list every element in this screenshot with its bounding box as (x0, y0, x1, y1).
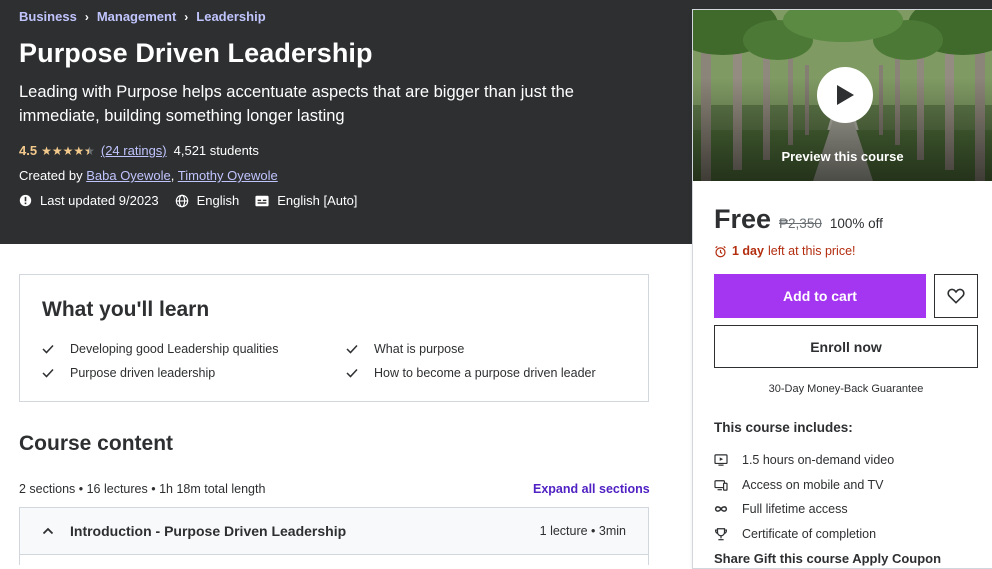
learn-item: How to become a purpose driven leader (346, 366, 596, 380)
course-content-title: Course content (19, 432, 174, 455)
language: English (175, 193, 240, 208)
course-content-summary: 2 sections • 16 lectures • 1h 18m total … (19, 482, 266, 496)
video-icon (714, 454, 728, 467)
include-item: Full lifetime access (714, 497, 894, 522)
star-rating-icon: ★★★★★★ (41, 143, 95, 158)
enroll-now-button[interactable]: Enroll now (714, 325, 978, 368)
purchase-sidebar: Preview this course Free ₱2,350 100% off… (692, 9, 992, 569)
course-preview[interactable]: Preview this course (693, 10, 992, 181)
breadcrumb: Business › Management › Leadership (19, 9, 266, 24)
course-meta: Last updated 9/2023 English English [Aut… (19, 193, 373, 208)
learn-item-text: Purpose driven leadership (70, 366, 216, 380)
include-item-label: Access on mobile and TV (742, 477, 884, 492)
alarm-clock-icon (715, 245, 726, 257)
check-icon (42, 344, 54, 354)
play-button[interactable] (817, 67, 873, 123)
check-icon (42, 368, 54, 378)
add-to-cart-button[interactable]: Add to cart (714, 274, 926, 318)
include-item: 1.5 hours on-demand video (714, 448, 894, 473)
price-row: Free ₱2,350 100% off (714, 204, 883, 235)
language-text: English (196, 193, 240, 208)
course-subtitle: Leading with Purpose helps accentuate as… (19, 83, 574, 125)
ratings-count-link[interactable]: (24 ratings) (101, 143, 167, 158)
alert-badge-icon (19, 194, 32, 207)
deadline-text: left at this price! (767, 244, 856, 258)
include-item: Certificate of completion (714, 522, 894, 547)
learn-title: What you'll learn (42, 298, 210, 321)
chevron-right-icon: › (84, 9, 89, 24)
last-updated-text: Last updated 9/2023 (40, 193, 159, 208)
mobile-tv-icon (714, 480, 728, 491)
last-updated: Last updated 9/2023 (19, 193, 159, 208)
learn-item: Developing good Leadership qualities (42, 342, 278, 356)
trophy-icon (714, 528, 728, 541)
breadcrumb-leadership[interactable]: Leadership (196, 9, 265, 24)
rating-row: 4.5 ★★★★★★ (24 ratings) 4,521 students (19, 143, 259, 158)
discount-percent: 100% off (829, 216, 883, 231)
include-item-label: 1.5 hours on-demand video (742, 453, 895, 468)
globe-icon (175, 194, 188, 207)
heart-icon (947, 288, 965, 304)
breadcrumb-business[interactable]: Business (19, 9, 77, 24)
includes-title: This course includes: (714, 420, 853, 435)
deadline-bold: 1 day (732, 244, 764, 258)
infinity-icon (714, 506, 728, 513)
captions-text: English [Auto] (277, 193, 358, 208)
money-back-guarantee: 30-Day Money-Back Guarantee (768, 383, 924, 395)
learn-item-text: How to become a purpose driven leader (374, 366, 596, 380)
section-title: Introduction - Purpose Driven Leadership (70, 523, 347, 539)
learn-item-text: Developing good Leadership qualities (70, 342, 279, 356)
current-price: Free (714, 204, 772, 234)
check-icon (346, 344, 358, 354)
learn-item-text: What is purpose (374, 342, 465, 356)
includes-list: 1.5 hours on-demand video Access on mobi… (714, 448, 894, 546)
include-item-label: Full lifetime access (742, 502, 848, 517)
play-icon (837, 85, 854, 105)
author-link-timothy[interactable]: Timothy Oyewole (178, 168, 278, 183)
course-title: Purpose Driven Leadership (19, 38, 373, 68)
price-deadline: 1 day left at this price! (714, 244, 856, 258)
what-youll-learn: What you'll learn Developing good Leader… (19, 274, 649, 402)
closed-captions-icon (255, 195, 269, 206)
include-item: Access on mobile and TV (714, 473, 894, 498)
section-row[interactable]: Introduction - Purpose Driven Leadership… (19, 507, 649, 555)
chevron-right-icon: › (184, 9, 189, 24)
created-by: Created by Baba Oyewole, Timothy Oyewole (19, 168, 278, 183)
original-price: ₱2,350 (779, 216, 822, 231)
breadcrumb-management[interactable]: Management (97, 9, 176, 24)
author-link-baba[interactable]: Baba Oyewole (86, 168, 171, 183)
chevron-up-icon (42, 527, 54, 535)
preview-label: Preview this course (781, 149, 904, 164)
section-info: 1 lecture • 3min (539, 524, 626, 538)
wishlist-button[interactable] (934, 274, 978, 318)
expand-all-sections-button[interactable]: Expand all sections (533, 482, 650, 496)
students-count: 4,521 students (173, 143, 259, 158)
created-by-label: Created by (19, 168, 83, 183)
learn-item: What is purpose (346, 342, 464, 356)
section-body (19, 555, 649, 565)
include-item-label: Certificate of completion (742, 527, 877, 542)
captions: English [Auto] (255, 193, 357, 208)
share-gift-coupon-row[interactable]: Share Gift this course Apply Coupon (714, 551, 941, 566)
check-icon (346, 368, 358, 378)
rating-value: 4.5 (19, 143, 38, 158)
learn-item: Purpose driven leadership (42, 366, 215, 380)
